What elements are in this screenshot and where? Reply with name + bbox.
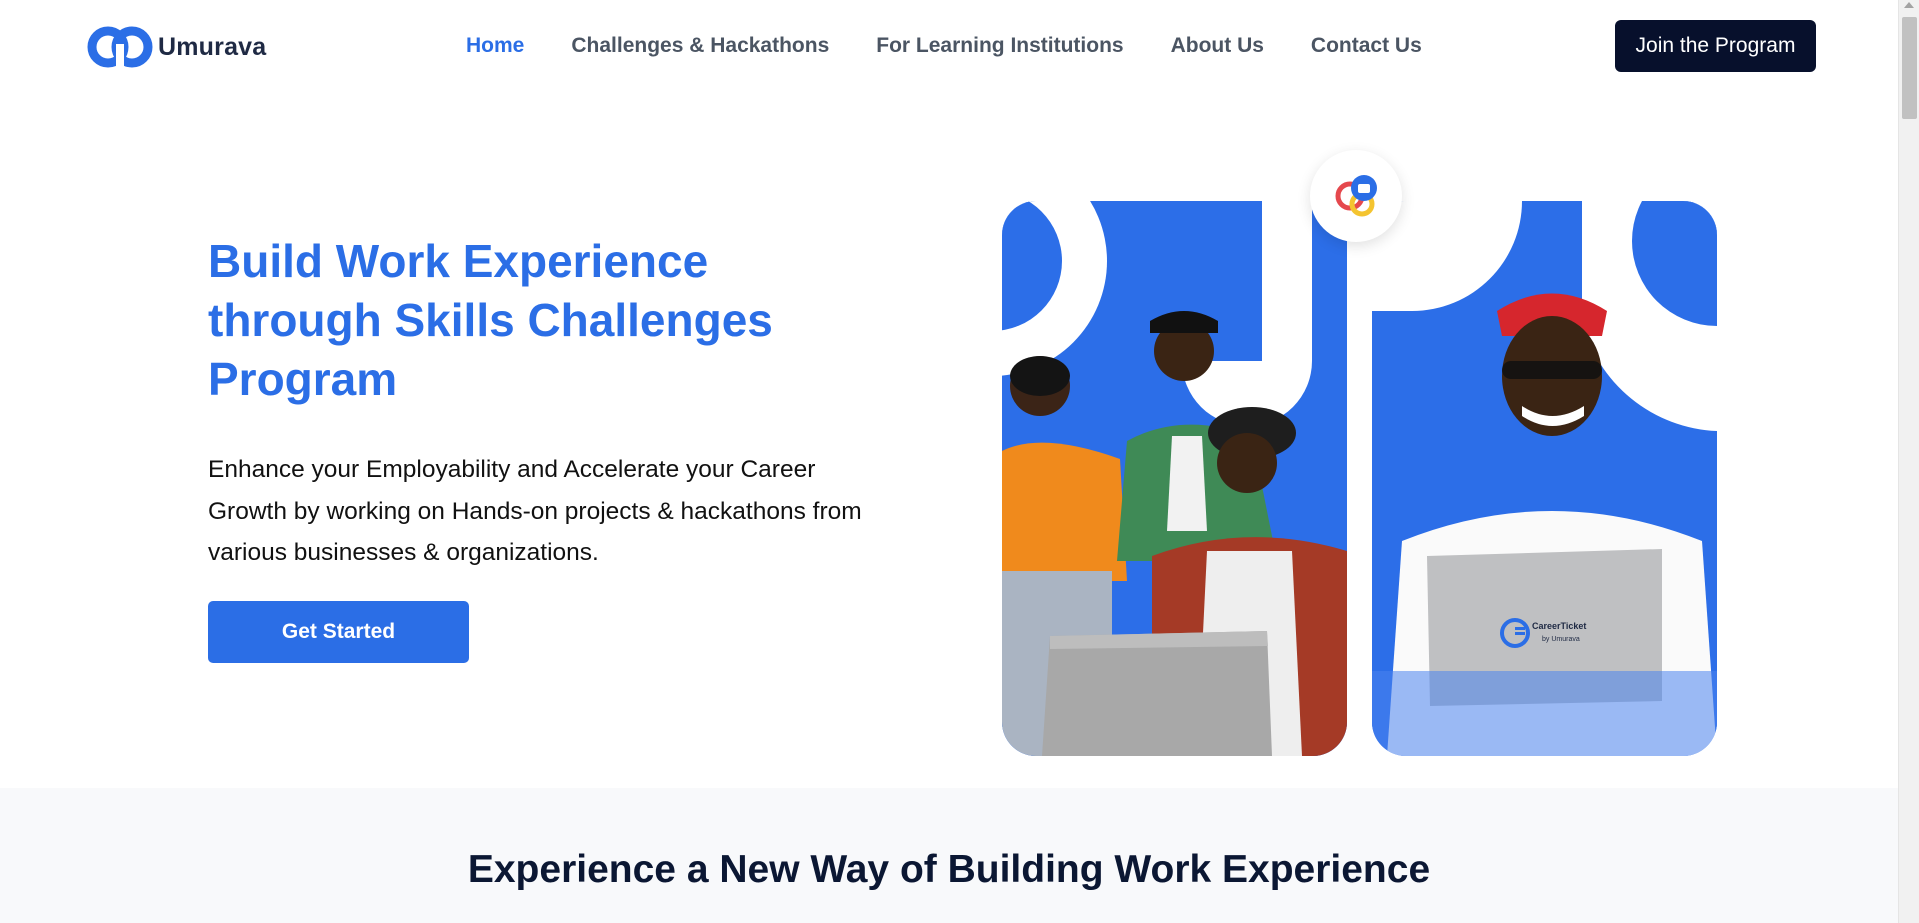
hero-title: Build Work Experience through Skills Cha…: [208, 235, 773, 405]
main-nav: Home Challenges & Hackathons For Learnin…: [466, 34, 1422, 58]
brand-logo[interactable]: Umurava: [86, 24, 266, 70]
chat-badge: [1310, 150, 1402, 242]
site-header: Umurava Home Challenges & Hackathons For…: [0, 0, 1898, 92]
brand-name: Umurava: [158, 32, 267, 61]
page-scrollbar[interactable]: [1898, 0, 1919, 923]
chat-bubbles-icon: [1335, 175, 1377, 217]
students-illustration: [1002, 201, 1347, 756]
image-divider: [1347, 201, 1372, 756]
umurava-logo-icon: [87, 26, 153, 70]
hero-image-group: [1002, 201, 1347, 756]
laptop-brand-sub: by Umurava: [1542, 636, 1580, 643]
nav-learning-institutions[interactable]: For Learning Institutions: [876, 34, 1123, 58]
hero-subtitle: Enhance your Employability and Accelerat…: [208, 456, 862, 566]
nav-about[interactable]: About Us: [1171, 34, 1264, 58]
nav-contact[interactable]: Contact Us: [1311, 34, 1422, 58]
scroll-up-arrow-icon[interactable]: [1904, 2, 1914, 8]
nav-challenges[interactable]: Challenges & Hackathons: [571, 34, 829, 58]
student-laptop-illustration: CareerTicket by Umurava: [1372, 201, 1717, 756]
hero-image-single: CareerTicket by Umurava: [1372, 201, 1717, 756]
get-started-button[interactable]: Get Started: [208, 601, 469, 663]
scrollbar-thumb[interactable]: [1902, 17, 1917, 119]
join-program-button[interactable]: Join the Program: [1615, 20, 1816, 72]
laptop-brand-text: CareerTicket: [1532, 621, 1586, 631]
section-title: Experience a New Way of Building Work Ex…: [467, 848, 1431, 891]
nav-home[interactable]: Home: [466, 34, 524, 58]
